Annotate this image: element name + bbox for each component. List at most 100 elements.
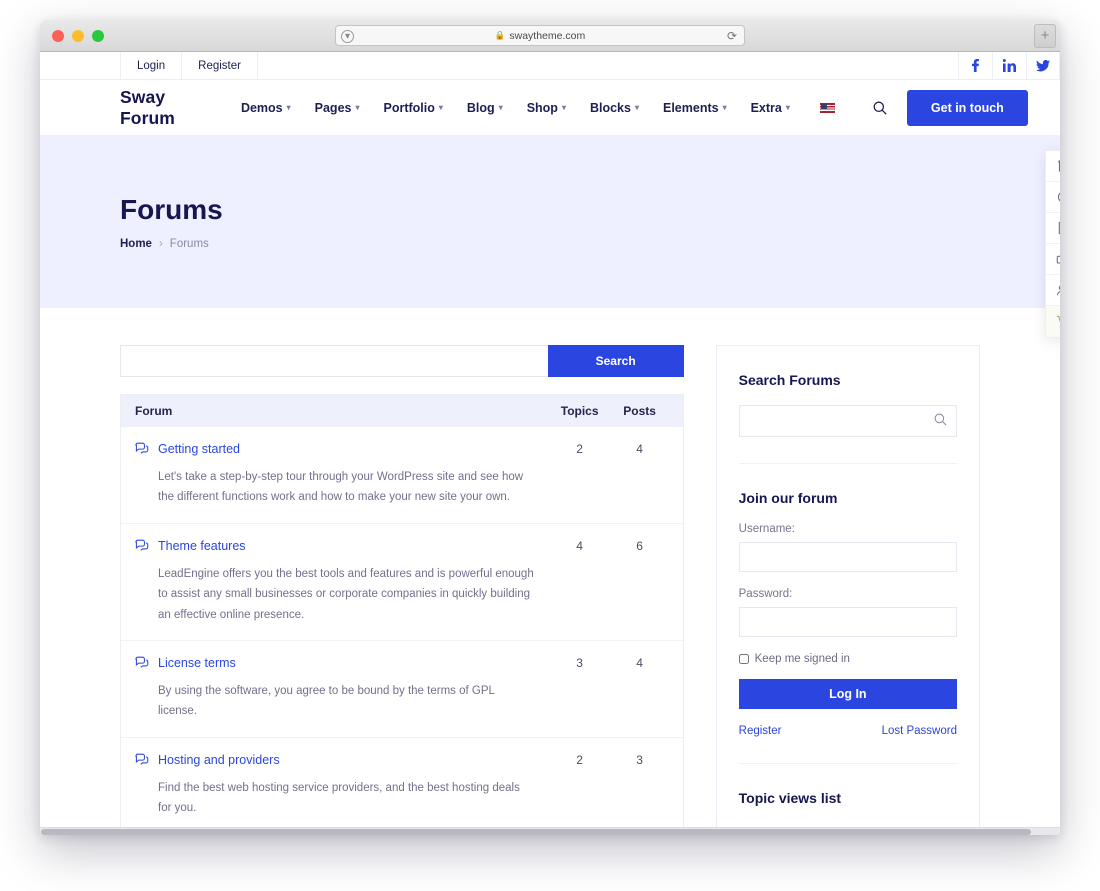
posts-count: 4 (636, 656, 643, 671)
forum-table-header: Forum Topics Posts (121, 395, 683, 427)
site-header: Sway Forum Demos ▾ Pages ▾ Portfolio ▾ B… (40, 80, 1060, 135)
forum-table: Forum Topics Posts Getting started Let's… (120, 394, 684, 835)
maximize-window-button[interactable] (92, 29, 104, 42)
reload-icon[interactable]: ⟳ (727, 29, 737, 43)
keep-signed-in-checkbox[interactable] (738, 654, 749, 664)
chevron-down-icon: ▾ (355, 103, 360, 112)
address-bar[interactable]: ▾ 🔒 swaytheme.com ⟳ (335, 25, 745, 46)
horizontal-scrollbar[interactable] (40, 827, 1060, 835)
search-icon[interactable] (934, 413, 947, 431)
nav-item-portfolio[interactable]: Portfolio ▾ (384, 101, 443, 115)
forum-description: LeadEngine offers you the best tools and… (158, 567, 534, 621)
topics-count: 3 (576, 656, 583, 671)
forum-link[interactable]: License terms (135, 655, 535, 673)
nav-item-extra[interactable]: Extra ▾ (751, 101, 790, 115)
browser-chrome-bar: ▾ 🔒 swaytheme.com ⟳ + (40, 20, 1060, 52)
password-label: Password: (738, 588, 793, 600)
lock-icon: 🔒 (494, 30, 506, 40)
nav-item-pages[interactable]: Pages ▾ (315, 101, 360, 115)
search-button[interactable]: Search (547, 345, 684, 377)
log-in-button[interactable]: Log In (738, 679, 957, 709)
password-field[interactable] (738, 607, 957, 637)
window-controls[interactable] (40, 29, 104, 42)
camera-icon[interactable] (1046, 182, 1060, 213)
keep-signed-in-label[interactable]: Keep me signed in (755, 653, 850, 665)
facebook-icon[interactable] (958, 52, 992, 79)
register-link[interactable]: Register (739, 725, 782, 737)
column-header-posts: Posts (623, 404, 656, 418)
linkedin-icon[interactable] (992, 52, 1026, 79)
url-text: swaytheme.com (509, 29, 586, 42)
page-hero: Forums Home › Forums (40, 135, 1060, 308)
social-links (958, 52, 1060, 79)
utility-link-login[interactable]: Login (120, 52, 183, 79)
sidebar-search-input[interactable] (738, 405, 957, 437)
sidebar-toggle-icon[interactable]: ▾ (341, 30, 354, 43)
document-icon[interactable] (1046, 213, 1060, 244)
forum-description: By using the software, you agree to be b… (158, 684, 495, 718)
username-field[interactable] (738, 542, 957, 572)
content-area: Search Forum Topics Posts Getting starte… (40, 308, 1060, 835)
page-title: Forums (120, 193, 223, 225)
chevron-down-icon: ▾ (634, 103, 639, 112)
lost-password-link[interactable]: Lost Password (882, 725, 957, 737)
forum-link[interactable]: Getting started (135, 441, 535, 459)
forum-chat-icon (135, 539, 149, 556)
browser-window: ▾ 🔒 swaytheme.com ⟳ + Login Register Swa… (40, 20, 1060, 835)
floating-side-tabs (1045, 150, 1060, 338)
nav-item-blocks[interactable]: Blocks ▾ (590, 101, 639, 115)
nav-item-demos[interactable]: Demos ▾ (241, 101, 291, 115)
nav-label: Extra (750, 100, 782, 115)
nav-item-shop[interactable]: Shop ▾ (527, 101, 566, 115)
posts-count: 4 (636, 442, 643, 456)
forum-title: Getting started (158, 442, 240, 456)
users-icon[interactable] (1046, 275, 1060, 306)
nav-item-blog[interactable]: Blog ▾ (467, 101, 503, 115)
us-flag-icon[interactable] (819, 102, 835, 113)
utility-link-register[interactable]: Register (181, 52, 258, 79)
nav-label: Blog (466, 100, 495, 115)
nav-label: Elements (662, 100, 719, 115)
minimize-window-button[interactable] (72, 29, 84, 42)
get-in-touch-button[interactable]: Get in touch (906, 89, 1028, 126)
widget-title: Join our forum (738, 490, 838, 506)
forum-chat-icon (135, 753, 149, 770)
forum-search-form: Search (120, 345, 684, 377)
topics-count: 2 (576, 752, 583, 767)
nav-label: Portfolio (383, 100, 435, 115)
nav-item-elements[interactable]: Elements ▾ (663, 101, 727, 115)
breadcrumb-home[interactable]: Home (120, 238, 152, 250)
forum-link[interactable]: Hosting and providers (135, 752, 535, 770)
chat-bubble-icon[interactable] (1046, 151, 1060, 182)
forum-title: Hosting and providers (158, 752, 280, 767)
main-column: Search Forum Topics Posts Getting starte… (120, 345, 684, 835)
table-row: Theme features LeadEngine offers you the… (121, 524, 683, 642)
breadcrumb-separator: › (158, 237, 163, 250)
breadcrumb-current: Forums (169, 237, 209, 250)
widget-title: Topic views list (738, 790, 842, 806)
table-row: Hosting and providers Find the best web … (121, 738, 683, 835)
column-header-topics: Topics (560, 404, 599, 418)
forum-link[interactable]: Theme features (135, 538, 535, 556)
scrollbar-thumb[interactable] (41, 829, 1031, 835)
nav-label: Demos (240, 100, 283, 115)
new-tab-button[interactable]: + (1034, 24, 1056, 48)
forum-title: Theme features (158, 538, 246, 553)
close-window-button[interactable] (52, 29, 64, 42)
chevron-down-icon: ▾ (438, 103, 443, 112)
video-camera-icon[interactable] (1046, 244, 1060, 275)
site-logo[interactable]: Sway Forum (120, 87, 175, 129)
table-row: License terms By using the software, you… (121, 641, 683, 738)
topics-count: 4 (576, 538, 583, 553)
twitter-icon[interactable] (1026, 52, 1060, 79)
forum-description: Find the best web hosting service provid… (158, 781, 520, 815)
chevron-down-icon: ▾ (498, 103, 503, 112)
chevron-down-icon: ▾ (286, 103, 291, 112)
chevron-down-icon: ▾ (785, 103, 790, 112)
nav-label: Blocks (589, 100, 631, 115)
shopping-cart-icon[interactable] (1046, 306, 1060, 337)
search-input[interactable] (120, 345, 548, 377)
nav-label: Shop (526, 100, 558, 115)
chevron-down-icon: ▾ (561, 103, 566, 112)
search-icon[interactable] (873, 101, 887, 115)
